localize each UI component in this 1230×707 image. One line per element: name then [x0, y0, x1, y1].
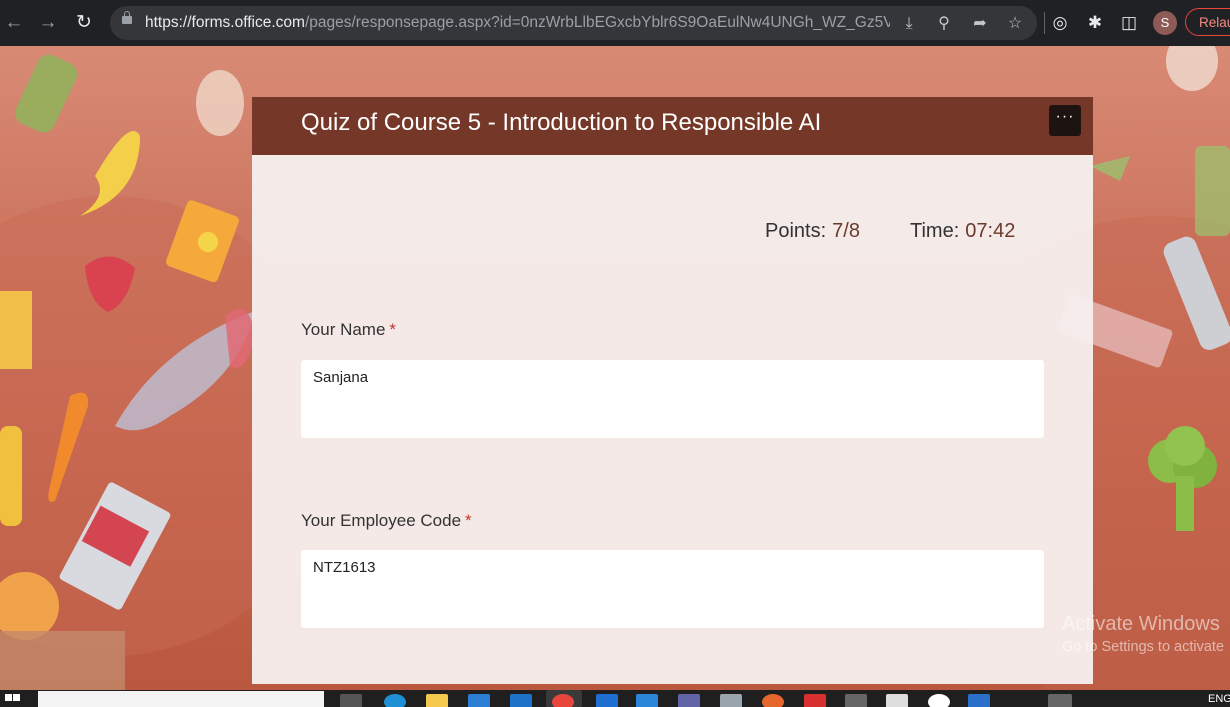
- required-marker: *: [389, 320, 397, 339]
- question-name-label: Your Name *: [301, 320, 396, 340]
- form-title: Quiz of Course 5 - Introduction to Respo…: [301, 109, 822, 136]
- time-label: Time:: [910, 220, 960, 242]
- url-host: https://forms.office.com: [145, 14, 305, 31]
- extensions-puzzle-icon[interactable]: ✱: [1084, 12, 1106, 34]
- url-text[interactable]: https://forms.office.com/pages/responsep…: [145, 14, 890, 32]
- relaunch-button[interactable]: Relau: [1185, 8, 1230, 36]
- share-icon[interactable]: ➦: [970, 14, 990, 34]
- lock-icon[interactable]: [122, 11, 132, 24]
- time-value: 07:42: [965, 220, 1016, 242]
- reload-icon[interactable]: ↻: [72, 11, 96, 35]
- terminal-icon[interactable]: [845, 694, 867, 707]
- side-panel-icon[interactable]: ◫: [1118, 12, 1140, 34]
- question-text: Your Employee Code: [301, 511, 462, 530]
- toolbar-divider: [1044, 12, 1045, 34]
- language-indicator[interactable]: ENG: [1208, 693, 1230, 705]
- form-header: Quiz of Course 5 - Introduction to Respo…: [252, 97, 1093, 155]
- activate-windows-watermark: Activate Windows: [1062, 613, 1220, 635]
- extension-circle-icon[interactable]: ◎: [1049, 12, 1071, 34]
- vscode-icon[interactable]: [636, 694, 658, 707]
- forward-arrow-icon[interactable]: →: [36, 11, 60, 35]
- bookmark-star-icon[interactable]: ☆: [1005, 14, 1025, 34]
- browser-toolbar: ← → ↻ https://forms.office.com/pages/res…: [0, 0, 1230, 46]
- profile-avatar[interactable]: S: [1153, 11, 1177, 35]
- activate-windows-subtext: Go to Settings to activate: [1062, 639, 1225, 655]
- points-label: Points:: [765, 220, 827, 242]
- points-value: 7/8: [832, 220, 860, 242]
- store-icon[interactable]: [468, 694, 490, 707]
- chrome-icon[interactable]: [552, 694, 574, 707]
- outlook-icon[interactable]: [596, 694, 618, 707]
- more-options-button[interactable]: ···: [1049, 105, 1081, 136]
- app-icon[interactable]: [968, 694, 990, 707]
- app-icon[interactable]: [928, 694, 950, 707]
- address-bar[interactable]: https://forms.office.com/pages/responsep…: [110, 6, 1037, 40]
- app-icon[interactable]: [762, 694, 784, 707]
- form-body: Points: 7/8 Time: 07:42 Your Name * Sanjana…: [252, 155, 1093, 684]
- windows-taskbar: ENG: [0, 690, 1230, 707]
- notepad-icon[interactable]: [886, 694, 908, 707]
- time-display: Time: 07:42: [910, 220, 1015, 243]
- file-explorer-icon[interactable]: [426, 694, 448, 707]
- system-tray-icon[interactable]: [1048, 694, 1072, 707]
- question-text: Your Name: [301, 320, 386, 339]
- points-display: Points: 7/8: [765, 220, 860, 243]
- task-view-icon[interactable]: [340, 694, 362, 707]
- taskbar-search-box[interactable]: [38, 691, 324, 707]
- back-arrow-icon[interactable]: ←: [2, 11, 26, 35]
- teams-icon[interactable]: [678, 694, 700, 707]
- required-marker: *: [465, 511, 472, 530]
- app-icon[interactable]: [804, 694, 826, 707]
- install-app-icon[interactable]: ⤓: [899, 14, 919, 34]
- app-icon[interactable]: [720, 694, 742, 707]
- mail-icon[interactable]: [510, 694, 532, 707]
- employee-code-answer-field[interactable]: NTZ1613: [301, 550, 1044, 628]
- name-answer-field[interactable]: Sanjana: [301, 360, 1044, 438]
- zoom-out-icon[interactable]: ⚲: [934, 14, 954, 34]
- edge-browser-icon[interactable]: [384, 694, 406, 707]
- question-employee-code-label: Your Employee Code *: [301, 511, 472, 531]
- url-path: /pages/responsepage.aspx?id=0nzWrbLlbEGx…: [304, 14, 890, 31]
- windows-start-icon[interactable]: [5, 694, 21, 707]
